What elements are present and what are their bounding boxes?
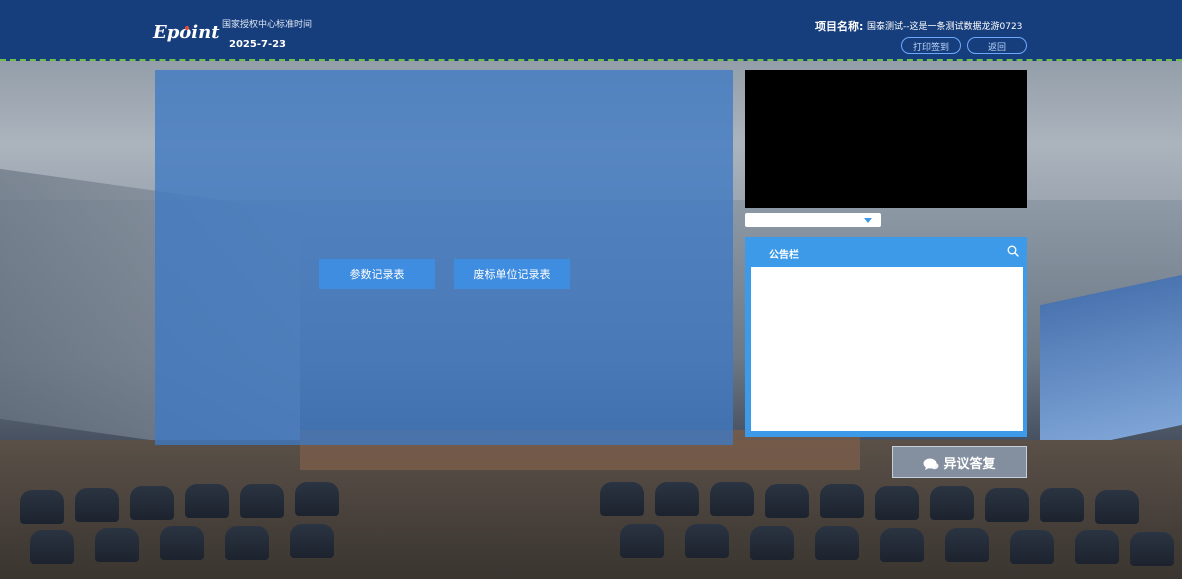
void-bidder-record-button[interactable]: 废标单位记录表: [454, 259, 570, 289]
top-header: Epoint 国家授权中心标准时间 2025-7-23 项目名称: 国泰测试--…: [0, 0, 1182, 61]
video-player[interactable]: [745, 70, 1027, 208]
back-button[interactable]: 返回: [967, 37, 1027, 54]
project-name-label: 项目名称:: [815, 20, 864, 33]
chat-icon: [923, 458, 939, 471]
objection-reply-label: 异议答复: [943, 456, 996, 471]
project-name-value: 国泰测试--这是一条测试数据龙游0723: [867, 22, 1023, 32]
current-date: 2025-7-23: [229, 39, 287, 50]
standard-time-label: 国家授权中心标准时间: [222, 20, 313, 30]
notice-board-title: 公告栏: [769, 250, 799, 261]
dropdown-arrow-icon[interactable]: [864, 218, 872, 223]
search-icon[interactable]: [1007, 245, 1019, 257]
camera-select[interactable]: [745, 213, 881, 227]
logo-dot: [185, 26, 189, 30]
print-sign-button[interactable]: 打印签到: [901, 37, 961, 54]
objection-reply-button[interactable]: 异议答复: [892, 446, 1027, 478]
param-record-button[interactable]: 参数记录表: [319, 259, 435, 289]
notice-content: [751, 267, 1023, 431]
main-content-panel: [155, 70, 733, 445]
